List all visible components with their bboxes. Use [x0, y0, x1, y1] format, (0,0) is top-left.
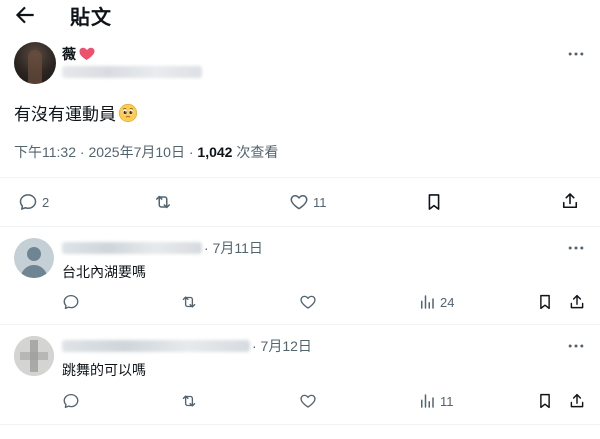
like-button[interactable]: 11: [289, 192, 327, 212]
views-label: 次查看: [236, 144, 279, 160]
reply-text: 跳舞的可以嗎: [62, 362, 146, 378]
bookmark-button[interactable]: [536, 392, 554, 410]
post-date[interactable]: 2025年7月10日: [88, 144, 185, 160]
reply-icon: [63, 393, 79, 409]
analytics-icon: [421, 295, 434, 309]
bookmark-button[interactable]: [424, 192, 444, 212]
reply-button[interactable]: [62, 293, 80, 311]
reply-icon: [63, 294, 79, 310]
meta-separator: ·: [188, 144, 194, 160]
back-arrow-icon[interactable]: [12, 2, 38, 28]
views-button[interactable]: 11: [418, 392, 454, 410]
author-avatar[interactable]: [14, 42, 56, 84]
share-icon: [570, 294, 584, 309]
divider: [0, 177, 600, 178]
heart-icon: [78, 44, 96, 62]
retweet-button[interactable]: [153, 192, 173, 212]
reply-author-blurred: [62, 340, 250, 352]
reply-avatar[interactable]: [14, 336, 54, 376]
retweet-button[interactable]: [180, 392, 198, 410]
bookmark-icon: [540, 294, 550, 310]
reply-text: 台北內湖要嗎: [62, 264, 146, 280]
bookmark-button[interactable]: [536, 293, 554, 311]
retweet-button[interactable]: [180, 293, 198, 311]
retweet-icon: [182, 395, 196, 407]
post-time[interactable]: 下午11:32: [14, 144, 76, 160]
views-count: 1,042: [197, 144, 233, 160]
like-button[interactable]: [299, 293, 317, 311]
bookmark-icon: [540, 393, 550, 409]
page-title: 貼文: [70, 7, 112, 29]
views-button[interactable]: 24: [418, 293, 454, 311]
share-icon: [562, 193, 578, 209]
divider: [0, 324, 600, 325]
share-button[interactable]: [568, 392, 586, 410]
author-handle-blurred: [62, 66, 202, 78]
heart-outline-icon: [300, 394, 316, 408]
heart-outline-icon: [300, 295, 316, 309]
views-count: 24: [440, 294, 455, 310]
reply-count: 2: [42, 194, 50, 210]
reply-button[interactable]: [62, 392, 80, 410]
post-text-content: 有沒有運動員: [14, 105, 116, 124]
reply-date[interactable]: · 7月12日: [252, 336, 312, 356]
retweet-icon: [182, 296, 196, 308]
reply-author-blurred: [62, 242, 202, 254]
divider: [0, 424, 600, 425]
meta-separator: ·: [79, 144, 85, 160]
author-name[interactable]: 薇: [62, 44, 76, 64]
more-options-icon[interactable]: [566, 238, 586, 258]
more-options-icon[interactable]: [566, 336, 586, 356]
analytics-icon: [421, 394, 434, 408]
share-button[interactable]: [560, 191, 580, 211]
bookmark-icon: [428, 194, 440, 210]
heart-outline-icon: [290, 195, 308, 210]
like-button[interactable]: [299, 392, 317, 410]
divider: [0, 226, 600, 227]
share-icon: [570, 393, 584, 408]
reply-avatar[interactable]: [14, 238, 54, 278]
retweet-icon: [156, 195, 170, 209]
views-count: 11: [440, 393, 454, 409]
pleading-face-emoji-icon: [118, 103, 138, 123]
reply-button[interactable]: 2: [18, 192, 49, 212]
share-button[interactable]: [568, 293, 586, 311]
more-options-icon[interactable]: [566, 44, 586, 64]
post-text: 有沒有運動員: [14, 100, 138, 125]
post-meta: 下午11:32 · 2025年7月10日 · 1,042 次查看: [14, 142, 278, 162]
reply-date[interactable]: · 7月11日: [204, 238, 263, 258]
like-count: 11: [313, 194, 327, 210]
reply-icon: [19, 194, 37, 210]
